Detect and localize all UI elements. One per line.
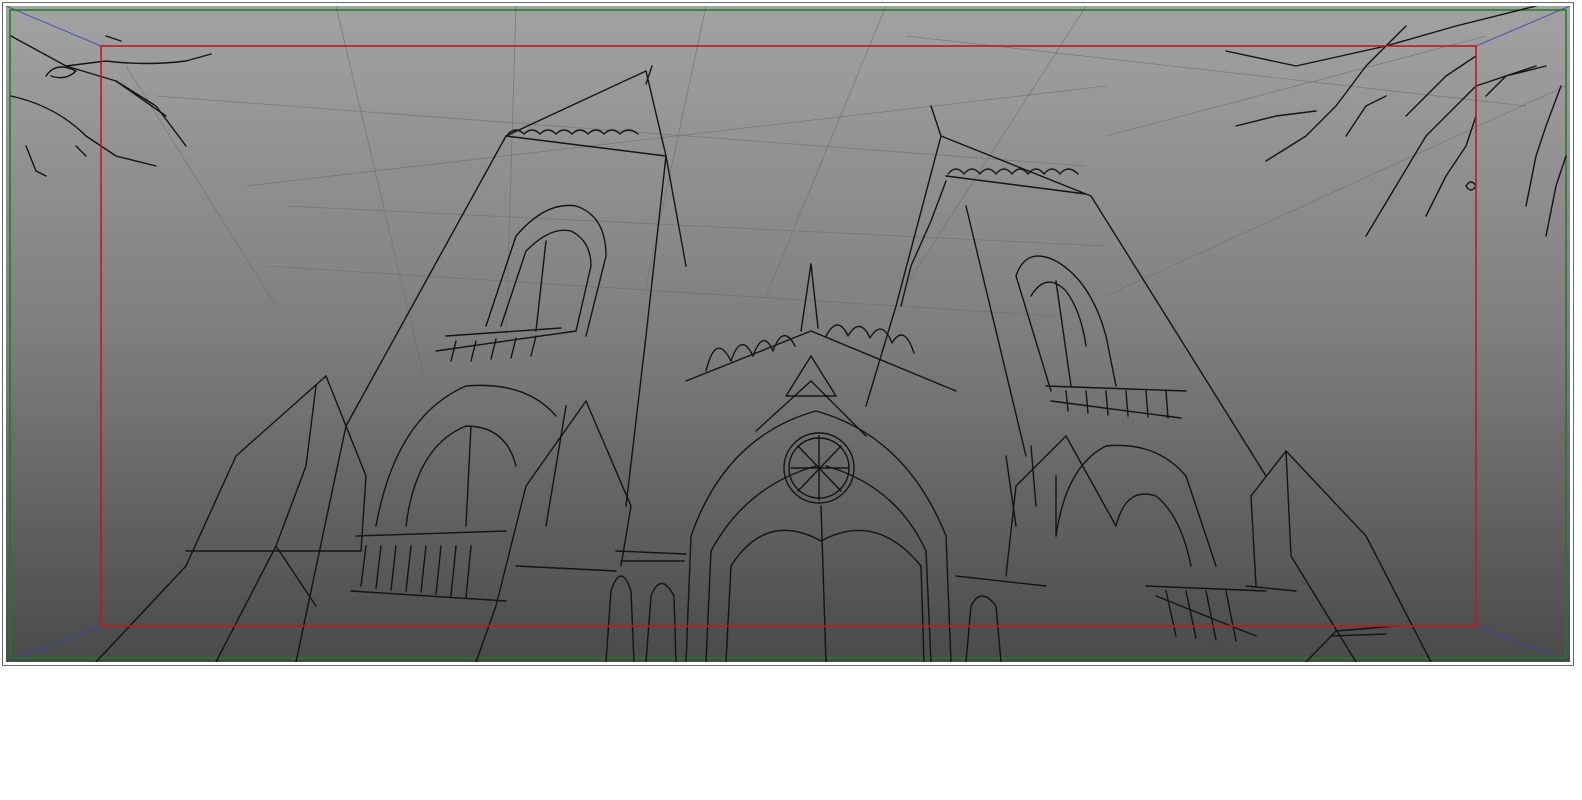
canvas-background xyxy=(6,6,1570,662)
blank-area xyxy=(0,668,1582,800)
drawing-canvas[interactable] xyxy=(6,6,1570,662)
canvas-frame xyxy=(2,2,1574,666)
